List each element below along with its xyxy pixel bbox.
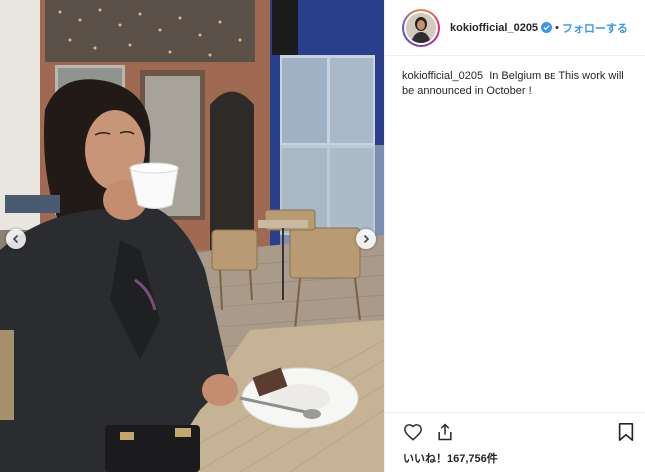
follow-button[interactable]: フォローする: [562, 20, 628, 36]
avatar[interactable]: [402, 8, 440, 47]
share-button[interactable]: [435, 422, 455, 442]
caption-username[interactable]: kokiofficial_0205: [402, 70, 483, 82]
post-username[interactable]: kokiofficial_0205: [450, 22, 538, 34]
chevron-left-icon: [12, 234, 19, 244]
bookmark-icon: [618, 423, 634, 441]
carousel-prev-button[interactable]: [6, 229, 26, 249]
post-image: [0, 0, 384, 472]
heart-icon: [404, 424, 422, 441]
post-actions: いいね！167,756件: [385, 412, 645, 472]
post-side-panel: kokiofficial_0205 • フォローする kokiofficial_…: [384, 0, 645, 472]
avatar-image: [406, 12, 436, 43]
like-button[interactable]: [403, 423, 423, 441]
save-button[interactable]: [617, 422, 635, 442]
chevron-right-icon: [363, 234, 370, 244]
post-header: kokiofficial_0205 • フォローする: [385, 0, 645, 56]
separator: •: [555, 21, 559, 34]
verified-badge-icon: [541, 22, 553, 33]
carousel-next-button[interactable]: [356, 229, 376, 249]
likes-number: 167,756件: [447, 453, 498, 465]
likes-label: いいね！: [403, 453, 447, 465]
share-icon: [438, 423, 452, 441]
likes-count[interactable]: いいね！167,756件: [403, 450, 498, 466]
post-photo[interactable]: [0, 0, 384, 472]
instagram-post: kokiofficial_0205 • フォローする kokiofficial_…: [0, 0, 645, 472]
post-caption: kokiofficial_0205 In Belgium ʙᴇ This wor…: [402, 69, 638, 99]
